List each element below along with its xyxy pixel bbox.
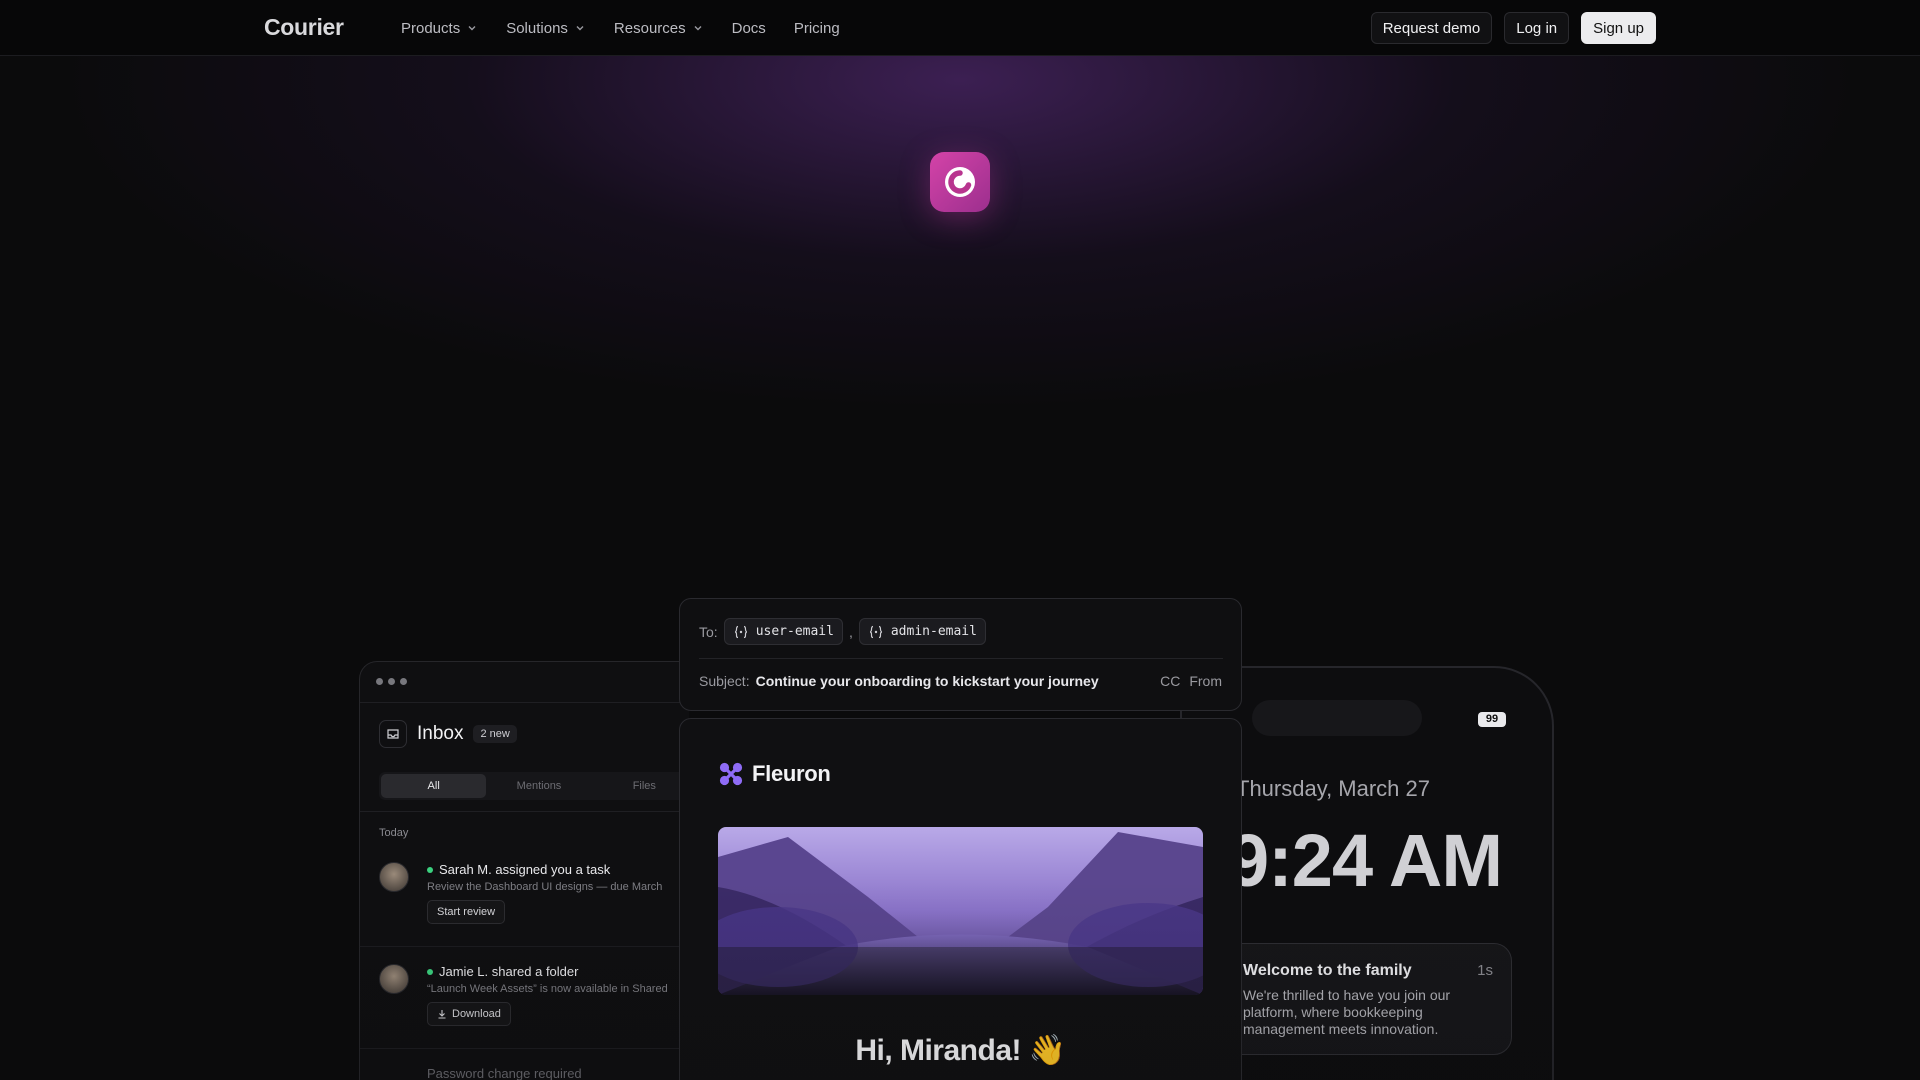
nav-actions: Request demo Log in Sign up bbox=[1370, 12, 1656, 44]
email-greeting: Hi, Miranda! 👋 bbox=[855, 1034, 1066, 1067]
unread-dot bbox=[427, 866, 433, 873]
email-preview: Fleuron Hi, Miranda! 👋 bbox=[679, 718, 1242, 1080]
from-toggle[interactable]: From bbox=[1189, 673, 1222, 689]
inbox-panel: Inbox 2 new All Mentions Files Today Sar… bbox=[359, 661, 689, 1080]
lockscreen-time: 9:24 AM bbox=[1228, 819, 1503, 902]
tab-all[interactable]: All bbox=[381, 774, 487, 798]
push-body: We're thrilled to have you join our plat… bbox=[1243, 987, 1451, 1037]
chevron-down-icon bbox=[468, 26, 476, 31]
avatar bbox=[379, 964, 409, 994]
inbox-tabs: All Mentions Files bbox=[379, 772, 689, 800]
lockscreen-date: Thursday, March 27 bbox=[1236, 776, 1431, 801]
courier-c-icon bbox=[945, 167, 975, 197]
nav-docs[interactable]: Docs bbox=[732, 20, 766, 37]
notification-title-text: Password change required bbox=[427, 1066, 582, 1080]
to-label: To: bbox=[699, 623, 718, 640]
push-age: 1s bbox=[1477, 962, 1493, 979]
nav-solutions[interactable]: Solutions bbox=[506, 20, 586, 37]
email-composer: To: user-email , admin-email Subject: Con… bbox=[679, 598, 1242, 711]
request-demo-button[interactable]: Request demo bbox=[1370, 12, 1493, 44]
subject-field[interactable]: Subject: Continue your onboarding to kick… bbox=[699, 673, 1099, 689]
inbox-header: Inbox 2 new bbox=[379, 720, 517, 748]
tab-files[interactable]: Files bbox=[592, 774, 689, 798]
notification-desc: “Launch Week Assets” is now available in… bbox=[427, 983, 668, 995]
brand-name: Fleuron bbox=[752, 761, 831, 786]
push-title: Welcome to the family bbox=[1243, 962, 1412, 979]
notification-title: Sarah M. assigned you a task bbox=[427, 862, 610, 877]
subject-value: Continue your onboarding to kickstart yo… bbox=[755, 673, 1099, 689]
top-nav: Courier Products Solutions Resources Doc… bbox=[0, 0, 1920, 56]
tab-mentions[interactable]: Mentions bbox=[486, 774, 591, 798]
notification-desc: Review the Dashboard UI designs — due Ma… bbox=[427, 881, 663, 893]
notification-title: Jamie L. shared a folder bbox=[427, 964, 578, 979]
nav-label: Products bbox=[401, 19, 461, 37]
window-controls bbox=[376, 678, 407, 685]
courier-app-icon bbox=[930, 152, 990, 212]
recipient-chip[interactable]: user-email bbox=[723, 618, 843, 645]
nav-resources[interactable]: Resources bbox=[614, 20, 704, 37]
nav-products[interactable]: Products bbox=[401, 20, 478, 37]
nav-menu: Products Solutions Resources Docs Pricin… bbox=[401, 0, 840, 56]
nav-pricing[interactable]: Pricing bbox=[794, 20, 840, 37]
inbox-title: Inbox bbox=[417, 723, 464, 744]
cc-from-toggles: CC From bbox=[1160, 673, 1222, 689]
download-label: Download bbox=[452, 1008, 501, 1020]
dynamic-island bbox=[1252, 700, 1422, 736]
new-count-badge: 2 new bbox=[473, 725, 517, 743]
recipient-label: admin-email bbox=[890, 624, 977, 639]
start-review-button[interactable]: Start review bbox=[427, 900, 506, 924]
fleuron-brand: Fleuron bbox=[718, 761, 831, 787]
push-notification[interactable]: Welcome to the family 1s We're thrilled … bbox=[1222, 943, 1512, 1055]
recipient-separator: , bbox=[848, 623, 853, 640]
recipient-chip[interactable]: admin-email bbox=[858, 618, 986, 645]
signup-button[interactable]: Sign up bbox=[1581, 12, 1656, 44]
hero-landscape-image bbox=[718, 827, 1203, 995]
nav-label: Solutions bbox=[506, 19, 568, 37]
courier-logo[interactable]: Courier bbox=[264, 14, 344, 41]
variable-icon bbox=[869, 625, 882, 638]
subject-label: Subject: bbox=[699, 673, 750, 689]
login-button[interactable]: Log in bbox=[1504, 12, 1570, 44]
battery-indicator: 99 bbox=[1478, 712, 1506, 727]
cc-toggle[interactable]: CC bbox=[1160, 673, 1180, 689]
section-label: Today bbox=[379, 827, 409, 839]
notification-title-text: Sarah M. assigned you a task bbox=[439, 862, 611, 877]
variable-icon bbox=[734, 625, 747, 638]
page: Courier Products Solutions Resources Doc… bbox=[0, 0, 1920, 1080]
to-field: To: user-email , admin-email bbox=[699, 618, 986, 645]
chevron-down-icon bbox=[694, 26, 702, 31]
inbox-tray-icon bbox=[379, 720, 407, 748]
download-icon bbox=[438, 1010, 446, 1019]
download-button[interactable]: Download bbox=[427, 1002, 511, 1026]
unread-dot bbox=[427, 968, 433, 975]
nav-label: Resources bbox=[613, 19, 686, 37]
chevron-down-icon bbox=[576, 26, 584, 31]
notification-title-text: Jamie L. shared a folder bbox=[439, 964, 579, 979]
fleuron-logo-icon bbox=[719, 762, 743, 786]
avatar bbox=[379, 862, 409, 892]
recipient-label: user-email bbox=[755, 624, 834, 639]
